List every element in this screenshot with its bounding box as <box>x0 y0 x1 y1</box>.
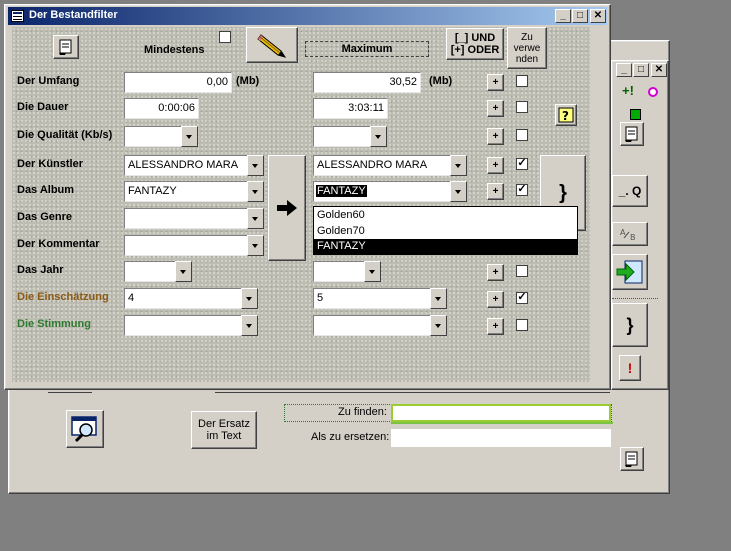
side-note-button[interactable] <box>620 122 644 146</box>
kuenstler-plus-button[interactable]: + <box>487 157 504 174</box>
row-label-stimmung: Die Stimmung <box>17 318 91 330</box>
dropdown-option[interactable]: Golden60 <box>314 207 577 223</box>
umfang-max-input[interactable]: 30,52 <box>313 72 421 93</box>
maximum-label: Maximum <box>305 41 429 57</box>
genre-min-combo[interactable] <box>124 208 264 229</box>
row-label-kuenstler: Der Künstler <box>17 158 84 170</box>
ersatz-im-text-button[interactable]: Der Ersatz im Text <box>191 411 257 449</box>
ab-swap-icon: AB <box>620 228 636 242</box>
qualitaet-min-combo[interactable] <box>124 126 198 147</box>
window-icon <box>11 10 24 22</box>
green-square-icon <box>630 109 641 120</box>
side-minimize-button[interactable]: _ <box>616 63 632 77</box>
note-button[interactable] <box>53 35 79 59</box>
jahr-max-combo[interactable] <box>313 261 381 282</box>
stimmung-checkbox[interactable] <box>516 319 528 331</box>
minimize-button[interactable]: _ <box>555 9 571 23</box>
einschaetzung-checkbox[interactable]: ✓ <box>516 292 528 304</box>
search-view-button[interactable] <box>66 410 104 448</box>
jahr-plus-button[interactable]: + <box>487 264 504 281</box>
stimmung-max-combo[interactable] <box>313 315 447 336</box>
notepad-icon <box>625 451 638 467</box>
magnifier-icon <box>71 416 97 443</box>
svg-text:B: B <box>630 233 636 242</box>
row-label-genre: Das Genre <box>17 211 73 223</box>
qualitaet-checkbox[interactable] <box>516 129 528 141</box>
svg-text:?: ? <box>562 109 569 123</box>
album-min-combo[interactable]: FANTAZY <box>124 181 264 202</box>
dropdown-option[interactable]: Golden70 <box>314 223 577 239</box>
note-button-bottom[interactable] <box>620 447 644 471</box>
pencil-icon <box>257 34 287 58</box>
ersetzen-input[interactable] <box>391 429 611 447</box>
side-maximize-button[interactable]: □ <box>633 63 649 77</box>
notepad-icon <box>625 126 638 142</box>
einschaetzung-max-combo[interactable]: 5 <box>313 288 447 309</box>
jahr-min-combo[interactable] <box>124 261 192 282</box>
notepad-icon <box>59 39 72 55</box>
mindestens-checkbox[interactable] <box>219 31 231 43</box>
kommentar-min-combo[interactable] <box>124 235 264 256</box>
maximize-button[interactable]: □ <box>572 9 588 23</box>
stimmung-min-combo[interactable] <box>124 315 258 336</box>
dropdown-option-selected[interactable]: FANTAZY <box>314 239 577 254</box>
jahr-checkbox[interactable] <box>516 265 528 277</box>
umfang-plus-button[interactable]: + <box>487 74 504 91</box>
zu-verwenden-button[interactable]: Zu verwe nden <box>507 27 547 69</box>
dauer-checkbox[interactable] <box>516 101 528 113</box>
album-checkbox[interactable]: ✓ <box>516 184 528 196</box>
arrow-right-icon <box>277 200 297 216</box>
window-title: Der Bestandfilter <box>29 9 118 21</box>
close-button[interactable]: ✕ <box>590 9 606 23</box>
row-label-jahr: Das Jahr <box>17 264 64 276</box>
copy-arrow-button[interactable] <box>268 155 306 261</box>
row-label-qualitaet: Die Qualität (Kb/s) <box>17 129 113 141</box>
album-dropdown-list[interactable]: Golden60 Golden70 FANTAZY <box>313 206 578 255</box>
side-ab-button[interactable]: AB <box>612 222 648 246</box>
dauer-min-input[interactable]: 0:00:06 <box>124 98 199 119</box>
einschaetzung-plus-button[interactable]: + <box>487 291 504 308</box>
mindestens-label: Mindestens <box>144 44 205 56</box>
ersetzen-label: Als zu ersetzen: <box>311 431 390 443</box>
umfang-checkbox[interactable] <box>516 75 528 87</box>
zu-finden-underline <box>391 422 613 424</box>
album-max-combo[interactable]: FANTAZY <box>313 181 467 202</box>
umfang-min-unit: (Mb) <box>236 75 260 87</box>
side-dotted-separator <box>612 298 658 299</box>
row-label-einschaetzung: Die Einschätzung <box>17 291 109 303</box>
back-window-divider-small <box>48 392 92 393</box>
qualitaet-max-combo[interactable] <box>313 126 387 147</box>
svg-text:A: A <box>620 228 626 237</box>
pink-circle-icon <box>648 87 658 97</box>
dauer-plus-button[interactable]: + <box>487 100 504 117</box>
und-oder-button[interactable]: [_] UND [+] ODER <box>446 28 504 60</box>
kuenstler-max-combo[interactable]: ALESSANDRO MARA <box>313 155 467 176</box>
stimmung-plus-button[interactable]: + <box>487 318 504 335</box>
side-exclaim-button[interactable]: ! <box>619 355 641 381</box>
help-button[interactable]: ? <box>555 104 577 126</box>
dauer-max-input[interactable]: 3:03:11 <box>313 98 388 119</box>
zu-finden-input[interactable] <box>391 404 611 422</box>
side-plus-exclaim[interactable]: +! <box>622 83 634 98</box>
pencil-button[interactable] <box>246 27 298 63</box>
qualitaet-plus-button[interactable]: + <box>487 128 504 145</box>
umfang-min-input[interactable]: 0,00 <box>124 72 232 93</box>
side-brace-button[interactable]: } <box>612 303 648 347</box>
back-window-divider <box>215 392 610 393</box>
album-max-selected-text: FANTAZY <box>316 185 367 197</box>
album-plus-button[interactable]: + <box>487 183 504 200</box>
row-label-album: Das Album <box>17 184 75 196</box>
kuenstler-min-combo[interactable]: ALESSANDRO MARA <box>124 155 264 176</box>
help-icon: ? <box>558 107 574 123</box>
row-label-umfang: Der Umfang <box>17 75 80 87</box>
side-export-button[interactable] <box>612 254 648 290</box>
einschaetzung-min-combo[interactable]: 4 <box>124 288 258 309</box>
row-label-dauer: Die Dauer <box>17 101 69 113</box>
side-q-button[interactable]: _. Q <box>612 175 648 207</box>
umfang-max-unit: (Mb) <box>429 75 453 87</box>
kuenstler-checkbox[interactable]: ✓ <box>516 158 528 170</box>
row-label-kommentar: Der Kommentar <box>17 238 100 250</box>
side-close-button[interactable]: ✕ <box>651 63 667 77</box>
export-arrow-icon <box>616 260 643 284</box>
